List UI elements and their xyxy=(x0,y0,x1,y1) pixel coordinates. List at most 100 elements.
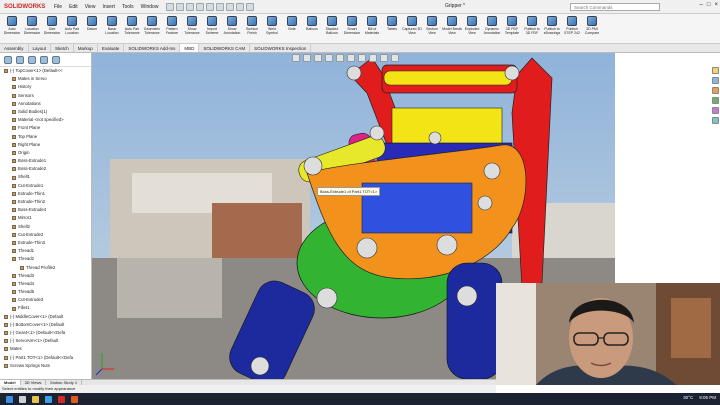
minimize-button[interactable]: – xyxy=(700,2,703,8)
rebuild-icon[interactable] xyxy=(236,2,245,11)
feature-tree-item[interactable]: Screws Springs Nuts xyxy=(0,362,91,370)
file-explorer-icon[interactable] xyxy=(712,87,719,94)
menu-item-window[interactable]: Window xyxy=(141,4,159,10)
captured-view-button[interactable]: Captured 3D View xyxy=(402,14,422,43)
display-style-icon[interactable] xyxy=(347,54,355,62)
feature-tree-item[interactable]: Cut-Extrude3 xyxy=(0,296,91,304)
feature-tree-item[interactable]: Origin xyxy=(0,149,91,157)
feature-tree-item[interactable]: Thread5 xyxy=(0,288,91,296)
tab-layout[interactable]: Layout xyxy=(29,44,52,52)
pair-dimension-button[interactable]: Auto Pair Location Dimension xyxy=(62,14,82,43)
pattern-feature-button[interactable]: Pattern Feature xyxy=(162,14,182,43)
search-icon[interactable] xyxy=(19,395,26,403)
balloon-button[interactable]: Balloon xyxy=(302,14,322,43)
feature-tree-item[interactable]: Thread Profile2 xyxy=(0,264,91,272)
surface-finish-button[interactable]: Surface Finish xyxy=(242,14,262,43)
close-button[interactable]: × xyxy=(714,2,718,8)
appearances-icon[interactable] xyxy=(712,107,719,114)
recorder-taskbar-icon[interactable] xyxy=(71,395,78,403)
menu-item-view[interactable]: View xyxy=(85,4,96,10)
tables-button[interactable]: Tables xyxy=(382,14,402,43)
feature-tree-item[interactable]: (-) Part1 TOT<1> (Default<<Defa xyxy=(0,354,91,362)
feature-tree-item[interactable]: Cut-Extrude2 xyxy=(0,231,91,239)
feature-tree-item[interactable]: Boss-Extrude4 xyxy=(0,206,91,214)
save-icon[interactable] xyxy=(196,2,205,11)
exploded-view-button[interactable]: Exploded View xyxy=(462,14,482,43)
options-icon[interactable] xyxy=(246,2,255,11)
property-manager-icon[interactable] xyxy=(16,55,24,64)
publish-edrawings-button[interactable]: Publish to eDrawings xyxy=(542,14,562,43)
feature-tree-item[interactable]: Extrude-Thin3 xyxy=(0,239,91,247)
dimxpert-icon[interactable] xyxy=(40,55,48,64)
model-break-view-button[interactable]: Model Break View xyxy=(442,14,462,43)
datum-button[interactable]: Datum xyxy=(82,14,102,43)
feature-tree-item[interactable]: Fillet1 xyxy=(0,304,91,312)
open-file-icon[interactable] xyxy=(186,2,195,11)
location-dimension-button[interactable]: Location Dimension xyxy=(22,14,42,43)
design-library-icon[interactable] xyxy=(712,77,719,84)
feature-tree-item[interactable]: (-) MiddleCover<1> (Default xyxy=(0,313,91,321)
menu-item-insert[interactable]: Insert xyxy=(102,4,115,10)
feature-tree-item[interactable]: Thread1 xyxy=(0,247,91,255)
feature-tree-item[interactable]: (-) ServoArm<1> (Default xyxy=(0,337,91,345)
auto-dimension-button[interactable]: Auto Dimension Scheme xyxy=(2,14,22,43)
zoom-to-area-icon[interactable] xyxy=(303,54,311,62)
pdf-template-button[interactable]: 3D PDF Template Editor xyxy=(502,14,522,43)
feature-tree-item[interactable]: Mirror1 xyxy=(0,214,91,222)
stacked-balloon-button[interactable]: Stacked Balloon xyxy=(322,14,342,43)
tab-sketch[interactable]: Sketch xyxy=(51,44,74,52)
apply-scene-icon[interactable] xyxy=(380,54,388,62)
tab-evaluate[interactable]: Evaluate xyxy=(98,44,125,52)
menu-item-file[interactable]: File xyxy=(54,4,62,10)
publish-pdf-button[interactable]: Publish to 3D PDF xyxy=(522,14,542,43)
feature-tree-item[interactable]: Cut-Extrude1 xyxy=(0,182,91,190)
edge-browser-icon[interactable] xyxy=(45,395,52,403)
section-view-button[interactable]: Section View xyxy=(422,14,442,43)
display-manager-icon[interactable] xyxy=(52,55,60,64)
custom-properties-icon[interactable] xyxy=(712,117,719,124)
dynamic-annotation-button[interactable]: Dynamic Annotation Views xyxy=(482,14,502,43)
feature-tree-item[interactable]: Material <not specified> xyxy=(0,116,91,124)
select-icon[interactable] xyxy=(226,2,235,11)
file-explorer-taskbar-icon[interactable] xyxy=(32,395,39,403)
hide-show-items-icon[interactable] xyxy=(358,54,366,62)
pmi-compare-button[interactable]: 3D PMI Compare xyxy=(582,14,602,43)
feature-tree-item[interactable]: Shell1 xyxy=(0,173,91,181)
tab-solidworks-add-ins[interactable]: SOLIDWORKS Add-Ins xyxy=(124,44,181,52)
feature-tree-item[interactable]: Right Plane xyxy=(0,141,91,149)
print-icon[interactable] xyxy=(206,2,215,11)
zoom-to-fit-icon[interactable] xyxy=(292,54,300,62)
solidworks-taskbar-icon[interactable] xyxy=(58,395,65,403)
undo-icon[interactable] xyxy=(216,2,225,11)
section-view-icon[interactable] xyxy=(325,54,333,62)
basic-location-button[interactable]: Basic Location Dimension xyxy=(102,14,122,43)
search-commands-input[interactable]: Search Commands xyxy=(570,3,660,11)
tab-solidworks-inspection[interactable]: SOLIDWORKS Inspection xyxy=(250,44,312,52)
tab-mbd[interactable]: MBD xyxy=(180,44,200,52)
feature-tree-item[interactable]: (-) Gear4<1> (Default<<Defa xyxy=(0,329,91,337)
bill-of-materials-button[interactable]: Bill of Materials xyxy=(362,14,382,43)
tab-assembly[interactable]: Assembly xyxy=(0,44,29,52)
smart-dimension-button[interactable]: Smart Dimension xyxy=(342,14,362,43)
view-orientation-icon[interactable] xyxy=(336,54,344,62)
import-scheme-button[interactable]: Import Scheme xyxy=(202,14,222,43)
menu-item-tools[interactable]: Tools xyxy=(122,4,134,10)
geometric-tolerance-button[interactable]: Geometric Tolerance xyxy=(142,14,162,43)
weld-symbol-button[interactable]: Weld Symbol xyxy=(262,14,282,43)
auto-pair-tolerance-button[interactable]: Auto Pair Tolerance xyxy=(122,14,142,43)
feature-tree-item[interactable]: Boss-Extrude1 xyxy=(0,157,91,165)
feature-tree-item[interactable]: Extrude-Thin1 xyxy=(0,190,91,198)
feature-tree-item[interactable]: Annotations xyxy=(0,100,91,108)
new-file-icon[interactable] xyxy=(176,2,185,11)
feature-tree-item[interactable]: Thread3 xyxy=(0,272,91,280)
feature-tree-item[interactable]: Thread4 xyxy=(0,280,91,288)
feature-tree-item[interactable]: Extrude-Thin2 xyxy=(0,198,91,206)
maximize-button[interactable]: □ xyxy=(707,2,711,8)
publish-step-button[interactable]: Publish STEP 242 File xyxy=(562,14,582,43)
tolerance-status-button[interactable]: Show Tolerance Status xyxy=(182,14,202,43)
feature-tree-item[interactable]: Shell2 xyxy=(0,223,91,231)
feature-tree-item[interactable]: Boss-Extrude2 xyxy=(0,165,91,173)
feature-tree-item[interactable]: (-) BottomCover<1> (Default xyxy=(0,321,91,329)
feature-tree-item[interactable]: (-) TopCover<1> (Default<< xyxy=(0,67,91,75)
feature-tree-item[interactable]: History xyxy=(0,83,91,91)
